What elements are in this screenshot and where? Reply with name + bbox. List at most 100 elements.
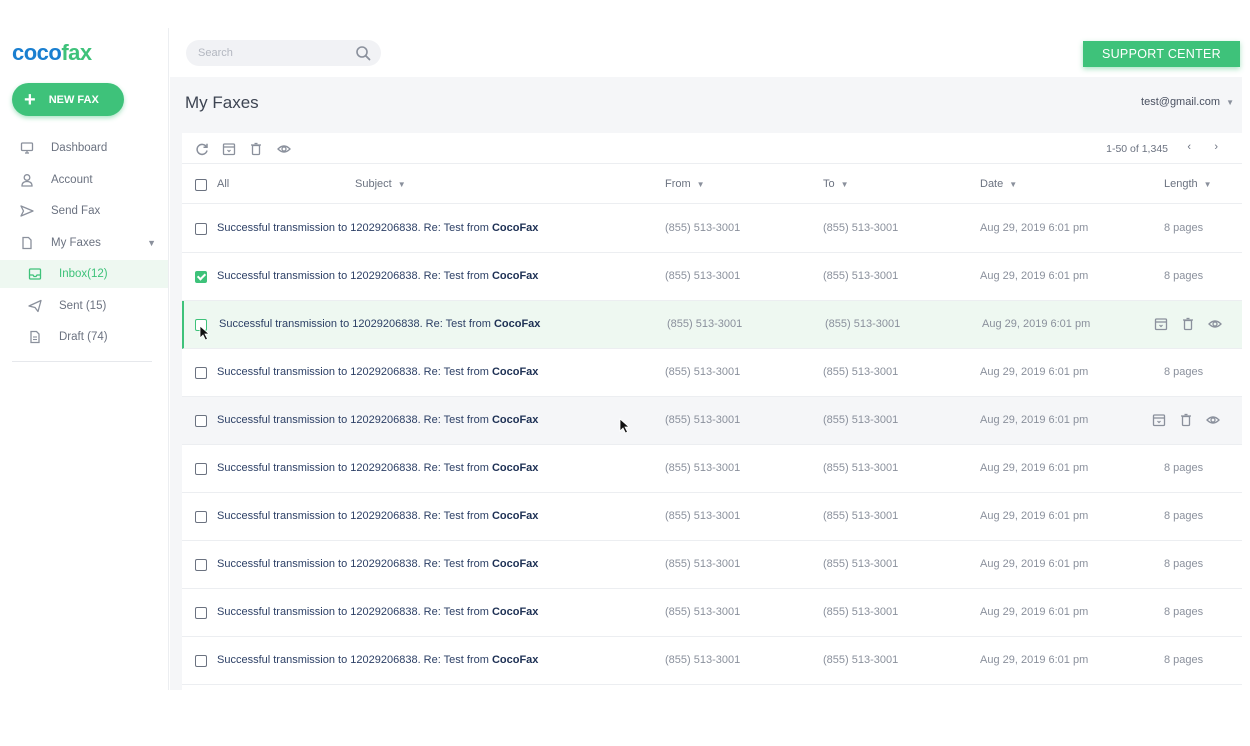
chevron-down-icon: ▼ <box>840 180 849 189</box>
row-length: 8 pages <box>1164 366 1204 378</box>
row-from: (855) 513-3001 <box>665 558 741 570</box>
row-checkbox[interactable] <box>195 319 207 331</box>
monitor-icon <box>20 142 34 154</box>
app-window: cocofax + NEW FAX Dashboard Account Send… <box>0 0 1250 746</box>
table-row[interactable]: Successful transmission to 12029206838. … <box>182 637 1242 685</box>
table-row[interactable]: Successful transmission to 12029206838. … <box>182 397 1242 445</box>
eye-icon[interactable] <box>1208 317 1222 331</box>
row-subject: Successful transmission to 12029206838. … <box>217 366 538 378</box>
user-menu[interactable]: test@gmail.com ▼ <box>1141 96 1234 108</box>
row-date: Aug 29, 2019 6:01 pm <box>980 462 1089 474</box>
row-checkbox[interactable] <box>195 271 207 283</box>
row-subject: Successful transmission to 12029206838. … <box>217 462 538 474</box>
table-row[interactable]: Successful transmission to 12029206838. … <box>182 349 1242 397</box>
row-subject-brand: CocoFax <box>491 222 539 234</box>
header-subject-label: Subject <box>355 178 392 190</box>
row-date: Aug 29, 2019 6:01 pm <box>980 366 1089 378</box>
new-fax-label: NEW FAX <box>48 93 99 106</box>
header-subject[interactable]: Subject ▼ <box>355 178 406 190</box>
support-center-button[interactable]: SUPPORT CENTER <box>1083 41 1240 67</box>
row-subject: Successful transmission to 12029206838. … <box>217 510 538 522</box>
row-date: Aug 29, 2019 6:01 pm <box>980 510 1089 522</box>
header-to[interactable]: To ▼ <box>823 178 849 190</box>
row-to: (855) 513-3001 <box>823 654 899 666</box>
row-length: 8 pages <box>1164 510 1204 522</box>
row-subject-brand: CocoFax <box>491 270 539 282</box>
row-subject-brand: CocoFax <box>491 414 539 426</box>
header-from[interactable]: From ▼ <box>665 178 705 190</box>
paper-plane-icon <box>28 299 42 313</box>
table-row[interactable]: Successful transmission to 12029206838. … <box>182 541 1242 589</box>
cocofax-logo[interactable]: cocofax <box>12 40 92 66</box>
chevron-down-icon: ▼ <box>397 180 406 189</box>
next-page-button[interactable]: › <box>1214 141 1218 153</box>
prev-page-button[interactable]: ‹ <box>1187 141 1191 153</box>
chevron-down-icon: ▼ <box>1009 180 1018 189</box>
sidebar-item-inbox[interactable]: Inbox(12) <box>0 260 168 288</box>
trash-icon[interactable] <box>1179 413 1193 427</box>
sidebar-item-label: Send Fax <box>51 205 101 217</box>
logo-part-fax: fax <box>61 40 92 65</box>
chevron-down-icon: ▼ <box>696 180 705 189</box>
search-icon[interactable] <box>355 45 371 61</box>
row-checkbox[interactable] <box>195 559 207 571</box>
eye-icon[interactable] <box>277 142 291 156</box>
sidebar-item-send-fax[interactable]: Send Fax <box>0 197 168 225</box>
pagination-range: 1-50 of 1,345 <box>1106 143 1168 155</box>
row-date: Aug 29, 2019 6:01 pm <box>982 318 1091 330</box>
row-checkbox[interactable] <box>195 463 207 475</box>
chevron-down-icon: ▼ <box>1203 180 1212 189</box>
archive-icon[interactable] <box>1152 413 1166 427</box>
row-subject-brand: CocoFax <box>491 606 539 618</box>
row-to: (855) 513-3001 <box>823 222 899 234</box>
archive-icon[interactable] <box>1154 317 1168 331</box>
row-date: Aug 29, 2019 6:01 pm <box>980 606 1089 618</box>
sidebar-divider <box>12 361 152 362</box>
row-subject-text: Successful transmission to 12029206838. … <box>219 318 494 330</box>
row-length: 8 pages <box>1164 558 1204 570</box>
sidebar-item-dashboard[interactable]: Dashboard <box>0 134 168 162</box>
page-title: My Faxes <box>185 93 259 112</box>
row-subject-text: Successful transmission to 12029206838. … <box>217 414 492 426</box>
row-checkbox[interactable] <box>195 607 207 619</box>
sidebar-item-label: Sent (15) <box>59 300 107 312</box>
row-subject: Successful transmission to 12029206838. … <box>217 558 538 570</box>
table-row[interactable]: Successful transmission to 12029206838. … <box>182 205 1242 253</box>
refresh-icon[interactable] <box>195 142 209 156</box>
row-length: 8 pages <box>1164 606 1204 618</box>
table-row[interactable]: Successful transmission to 12029206838. … <box>182 445 1242 493</box>
sidebar-item-my-faxes[interactable]: My Faxes ▼ <box>0 229 168 257</box>
row-subject-text: Successful transmission to 12029206838. … <box>217 366 492 378</box>
row-to: (855) 513-3001 <box>825 318 901 330</box>
row-checkbox[interactable] <box>195 415 207 427</box>
row-to: (855) 513-3001 <box>823 270 899 282</box>
header-length-label: Length <box>1164 178 1198 190</box>
trash-icon[interactable] <box>249 142 263 156</box>
archive-icon[interactable] <box>222 142 236 156</box>
row-checkbox[interactable] <box>195 655 207 667</box>
row-subject-text: Successful transmission to 12029206838. … <box>217 558 492 570</box>
fax-rows: Successful transmission to 12029206838. … <box>182 205 1242 685</box>
document-icon <box>22 236 32 250</box>
search-input[interactable] <box>198 47 348 59</box>
select-all-checkbox[interactable] <box>195 179 207 191</box>
eye-icon[interactable] <box>1206 413 1220 427</box>
row-subject: Successful transmission to 12029206838. … <box>217 414 538 426</box>
sidebar-item-draft[interactable]: Draft (74) <box>0 323 168 351</box>
user-icon <box>21 174 33 187</box>
row-from: (855) 513-3001 <box>665 654 741 666</box>
trash-icon[interactable] <box>1181 317 1195 331</box>
header-length[interactable]: Length ▼ <box>1164 178 1212 190</box>
row-checkbox[interactable] <box>195 511 207 523</box>
row-checkbox[interactable] <box>195 223 207 235</box>
row-checkbox[interactable] <box>195 367 207 379</box>
new-fax-button[interactable]: + NEW FAX <box>12 83 124 116</box>
row-subject-text: Successful transmission to 12029206838. … <box>217 654 492 666</box>
sidebar-item-account[interactable]: Account <box>0 166 168 194</box>
table-row[interactable]: Successful transmission to 12029206838. … <box>182 493 1242 541</box>
table-row[interactable]: Successful transmission to 12029206838. … <box>182 301 1242 349</box>
table-row[interactable]: Successful transmission to 12029206838. … <box>182 253 1242 301</box>
sidebar-item-sent[interactable]: Sent (15) <box>0 292 168 320</box>
table-row[interactable]: Successful transmission to 12029206838. … <box>182 589 1242 637</box>
header-date[interactable]: Date ▼ <box>980 178 1017 190</box>
